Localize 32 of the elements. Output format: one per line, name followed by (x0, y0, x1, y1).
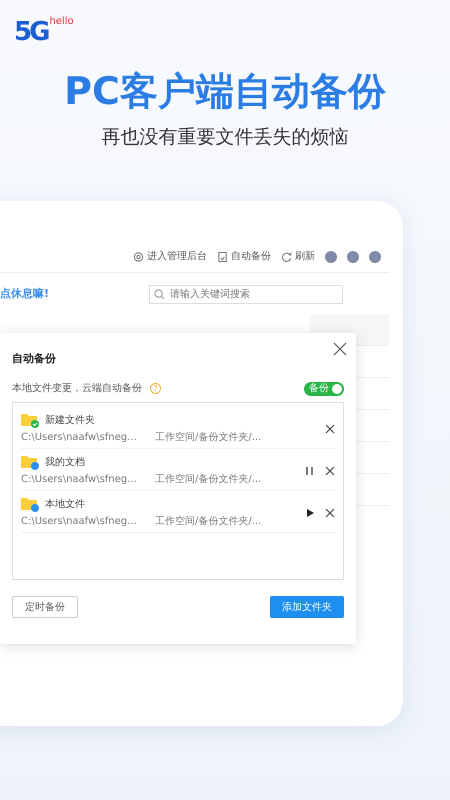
document-icon (217, 250, 228, 263)
local-path: C:\Users\naafw\sfneg... (21, 473, 138, 487)
toolbar-link[interactable]: 自动备份 (217, 249, 271, 264)
folder-icon (21, 497, 39, 512)
search-field[interactable]: 请输入关键词搜索 (149, 285, 343, 304)
folder-name: 新建文件夹 (45, 414, 95, 428)
local-path: C:\Users\naafw\sfneg... (21, 515, 138, 529)
folder-name: 本地文件 (45, 498, 85, 512)
remove-icon[interactable] (325, 466, 335, 476)
folder-icon (21, 413, 39, 428)
refresh-icon (281, 250, 292, 263)
cloud-path: 工作空间/备份文件夹/... (155, 514, 262, 529)
cloud-path: 工作空间/备份文件夹/... (155, 472, 262, 487)
remove-icon[interactable] (325, 508, 335, 518)
dialog-title: 自动备份 (12, 351, 56, 367)
cloud-path: 工作空间/备份文件夹/... (155, 430, 262, 445)
greeting-text: 点休息嘛! (0, 286, 50, 302)
play-icon[interactable] (305, 508, 315, 518)
hint-text: 本地文件变更，云端自动备份 (12, 382, 142, 396)
toolbar-link[interactable]: 刷新 (281, 249, 315, 264)
toolbar-link[interactable]: 进入管理后台 (133, 249, 207, 264)
gear-icon (133, 250, 144, 263)
folder-name: 我的文档 (45, 456, 85, 470)
folder-icon (21, 455, 39, 470)
pause-icon[interactable] (305, 466, 315, 476)
headline: PC客户端自动备份 (63, 69, 387, 115)
schedule-button[interactable]: 定时备份 (12, 596, 78, 618)
close-icon[interactable] (333, 342, 347, 356)
avatar-icon[interactable] (325, 250, 337, 263)
remove-icon[interactable] (325, 424, 335, 434)
subheadline: 再也没有重要文件丢失的烦恼 (100, 124, 350, 150)
local-path: C:\Users\naafw\sfneg... (21, 431, 138, 445)
